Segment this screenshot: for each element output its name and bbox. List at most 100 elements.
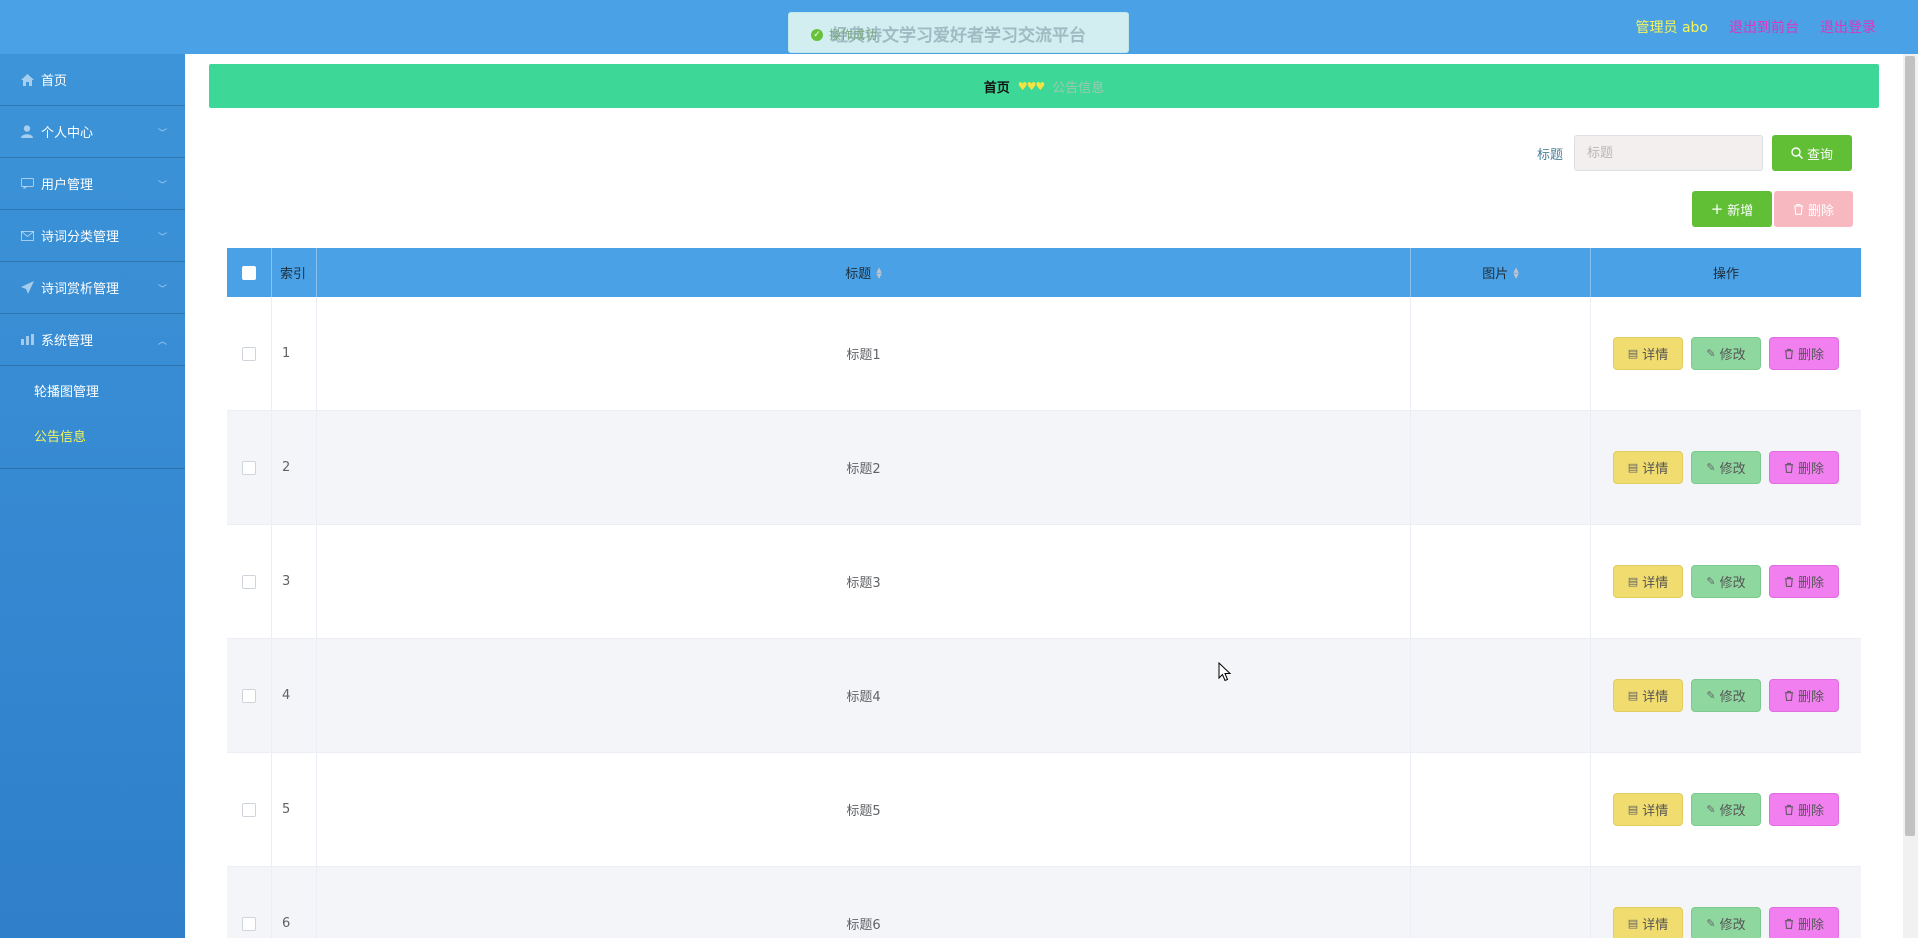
row-image [1411, 411, 1591, 524]
exit-to-frontend-link[interactable]: 退出到前台 [1729, 17, 1799, 37]
sidebar-item-system[interactable]: 系统管理 ︿ [0, 314, 185, 366]
user-icon [20, 125, 34, 139]
trash-icon [1784, 348, 1794, 359]
batch-delete-label: 删除 [1807, 203, 1834, 219]
chevron-down-icon: ﹀ [157, 233, 167, 243]
edit-button[interactable]: ✎ 修改 [1691, 451, 1761, 484]
trash-icon [1784, 918, 1794, 929]
sidebar-item-poem-analysis[interactable]: 诗词赏析管理 ﹀ [0, 262, 185, 314]
plus-icon: + [1710, 200, 1724, 218]
edit-button[interactable]: ✎ 修改 [1691, 565, 1761, 598]
edit-button-label: 修改 [1719, 804, 1746, 819]
row-index: 3 [272, 525, 317, 638]
row-checkbox[interactable] [242, 916, 256, 931]
delete-button[interactable]: 删除 [1769, 451, 1839, 484]
chevron-down-icon: ﹀ [157, 181, 167, 191]
row-index: 2 [272, 411, 317, 524]
current-user: 管理员 abo [1635, 20, 1708, 36]
send-icon [20, 281, 34, 295]
sidebar-item-label: 系统管理 [41, 334, 94, 349]
edit-icon: ✎ [1706, 689, 1716, 702]
delete-button[interactable]: 删除 [1769, 907, 1839, 938]
sidebar-item-notice[interactable]: 公告信息 [0, 415, 185, 460]
document-icon: ▤ [1627, 917, 1639, 930]
detail-button[interactable]: ▤ 详情 [1613, 451, 1683, 484]
grid-icon [20, 333, 34, 347]
edit-icon: ✎ [1706, 803, 1716, 816]
delete-button-label: 删除 [1797, 918, 1824, 933]
message-icon [20, 177, 34, 191]
edit-icon: ✎ [1706, 347, 1716, 360]
edit-button[interactable]: ✎ 修改 [1691, 793, 1761, 826]
title-search-input[interactable] [1574, 135, 1763, 171]
delete-button[interactable]: 删除 [1769, 565, 1839, 598]
home-icon [20, 73, 34, 87]
detail-button[interactable]: ▤ 详情 [1613, 907, 1683, 938]
logout-link[interactable]: 退出登录 [1820, 17, 1876, 37]
table-header: 索引 标题 ▲ ▼ 图片 ▲ ▼ 操作 [227, 248, 1861, 297]
sidebar-item-label: 用户管理 [41, 178, 94, 193]
row-check-cell [227, 525, 272, 638]
table-row: 1 标题1 ▤ 详情 ✎ 修改 删除 [227, 297, 1861, 411]
row-checkbox[interactable] [242, 802, 256, 817]
breadcrumb-home[interactable]: 首页 [984, 77, 1010, 96]
toast-text: 操作成功 [829, 28, 878, 42]
breadcrumb: 首页 ♥♥♥ 公告信息 [209, 64, 1879, 108]
detail-button-label: 详情 [1642, 462, 1669, 477]
sidebar-item-label: 诗词赏析管理 [41, 282, 120, 297]
detail-button[interactable]: ▤ 详情 [1613, 565, 1683, 598]
mouse-cursor-icon [1218, 662, 1232, 682]
delete-button[interactable]: 删除 [1769, 679, 1839, 712]
row-title: 标题3 [317, 525, 1411, 638]
detail-button-label: 详情 [1642, 576, 1669, 591]
row-title: 标题4 [317, 639, 1411, 752]
trash-icon [1784, 804, 1794, 815]
column-image[interactable]: 图片 ▲ ▼ [1411, 248, 1591, 297]
breadcrumb-current: 公告信息 [1052, 80, 1105, 96]
row-checkbox[interactable] [242, 460, 256, 475]
table-row: 3 标题3 ▤ 详情 ✎ 修改 删除 [227, 525, 1861, 639]
page-scrollbar-thumb[interactable] [1905, 56, 1915, 836]
mail-icon [20, 229, 34, 243]
edit-button[interactable]: ✎ 修改 [1691, 679, 1761, 712]
search-button[interactable]: 查询 [1772, 135, 1852, 171]
sidebar-item-home[interactable]: 首页 [0, 54, 185, 106]
add-button[interactable]: + 新增 [1692, 191, 1772, 227]
chevron-up-icon: ︿ [157, 337, 167, 347]
sort-icon[interactable]: ▲ ▼ [1513, 266, 1518, 279]
system-submenu: 轮播图管理 公告信息 [0, 366, 185, 469]
toast-message: ✓ 操作成功 [811, 26, 877, 43]
row-actions: ▤ 详情 ✎ 修改 删除 [1591, 867, 1861, 938]
detail-button[interactable]: ▤ 详情 [1613, 793, 1683, 826]
edit-button[interactable]: ✎ 修改 [1691, 907, 1761, 938]
sort-icon[interactable]: ▲ ▼ [876, 266, 881, 279]
row-index: 5 [272, 753, 317, 866]
delete-button-label: 删除 [1797, 576, 1824, 591]
detail-button[interactable]: ▤ 详情 [1613, 679, 1683, 712]
sidebar-item-profile[interactable]: 个人中心 ﹀ [0, 106, 185, 158]
column-title[interactable]: 标题 ▲ ▼ [317, 248, 1411, 297]
detail-button[interactable]: ▤ 详情 [1613, 337, 1683, 370]
column-index: 索引 [272, 248, 317, 297]
delete-button-label: 删除 [1797, 348, 1824, 363]
search-button-label: 查询 [1806, 147, 1833, 163]
row-checkbox[interactable] [242, 574, 256, 589]
delete-button-label: 删除 [1797, 690, 1824, 705]
detail-button-label: 详情 [1642, 918, 1669, 933]
select-all-checkbox[interactable] [242, 265, 256, 280]
batch-delete-button[interactable]: 删除 [1774, 191, 1853, 227]
delete-button-label: 删除 [1797, 462, 1824, 477]
sidebar-item-users[interactable]: 用户管理 ﹀ [0, 158, 185, 210]
delete-button[interactable]: 删除 [1769, 793, 1839, 826]
row-checkbox[interactable] [242, 688, 256, 703]
delete-button-label: 删除 [1797, 804, 1824, 819]
edit-button[interactable]: ✎ 修改 [1691, 337, 1761, 370]
row-checkbox[interactable] [242, 346, 256, 361]
sidebar-item-poem-category[interactable]: 诗词分类管理 ﹀ [0, 210, 185, 262]
sidebar-item-carousel[interactable]: 轮播图管理 [0, 370, 185, 415]
trash-icon [1793, 203, 1803, 215]
delete-button[interactable]: 删除 [1769, 337, 1839, 370]
table-body: 1 标题1 ▤ 详情 ✎ 修改 删除 2 标题2 ▤ 详情 ✎ 修改 删除 3 … [227, 297, 1861, 938]
row-check-cell [227, 639, 272, 752]
trash-icon [1784, 462, 1794, 473]
